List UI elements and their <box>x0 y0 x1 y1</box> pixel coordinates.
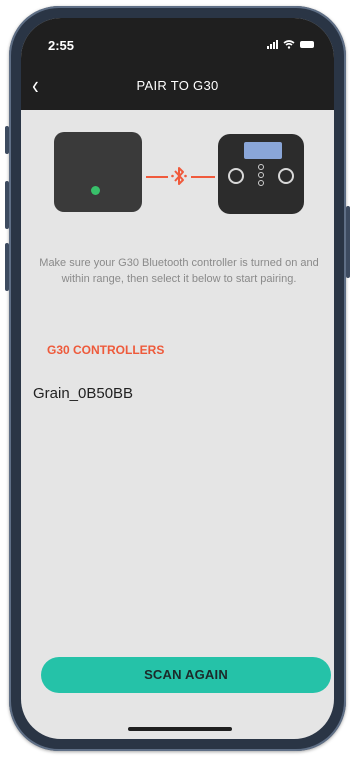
status-time: 2:55 <box>48 38 75 53</box>
battery-icon <box>300 41 314 48</box>
wifi-icon <box>283 40 295 49</box>
control-button <box>258 164 264 170</box>
control-button <box>258 172 264 178</box>
section-title: G30 CONTROLLERS <box>47 343 165 357</box>
control-button <box>258 180 264 186</box>
controller-list-item[interactable]: Grain_0B50BB <box>33 385 133 402</box>
lcd-screen <box>244 142 282 159</box>
pairing-instructions: Make sure your G30 Bluetooth controller … <box>39 257 319 285</box>
status-icons <box>267 40 314 49</box>
link-line-left <box>146 176 168 178</box>
link-line-right <box>191 176 215 178</box>
home-indicator[interactable] <box>128 727 232 731</box>
app-screen: 2:55 ‹ PAIR TO G30 Make sure your G30 Bl… <box>21 18 334 739</box>
scan-again-button[interactable]: SCAN AGAIN <box>41 657 331 693</box>
volume-up-button <box>5 181 9 229</box>
hub-device-icon <box>54 132 142 212</box>
left-dial <box>228 168 244 184</box>
status-led <box>91 186 100 195</box>
page-title: PAIR TO G30 <box>136 78 219 93</box>
bluetooth-icon <box>171 167 187 185</box>
mute-switch <box>5 126 9 154</box>
volume-down-button <box>5 243 9 291</box>
right-dial <box>278 168 294 184</box>
header-bar: 2:55 ‹ PAIR TO G30 <box>21 18 334 110</box>
signal-icon <box>267 40 278 49</box>
power-button <box>346 206 350 278</box>
g30-controller-icon <box>218 134 304 214</box>
